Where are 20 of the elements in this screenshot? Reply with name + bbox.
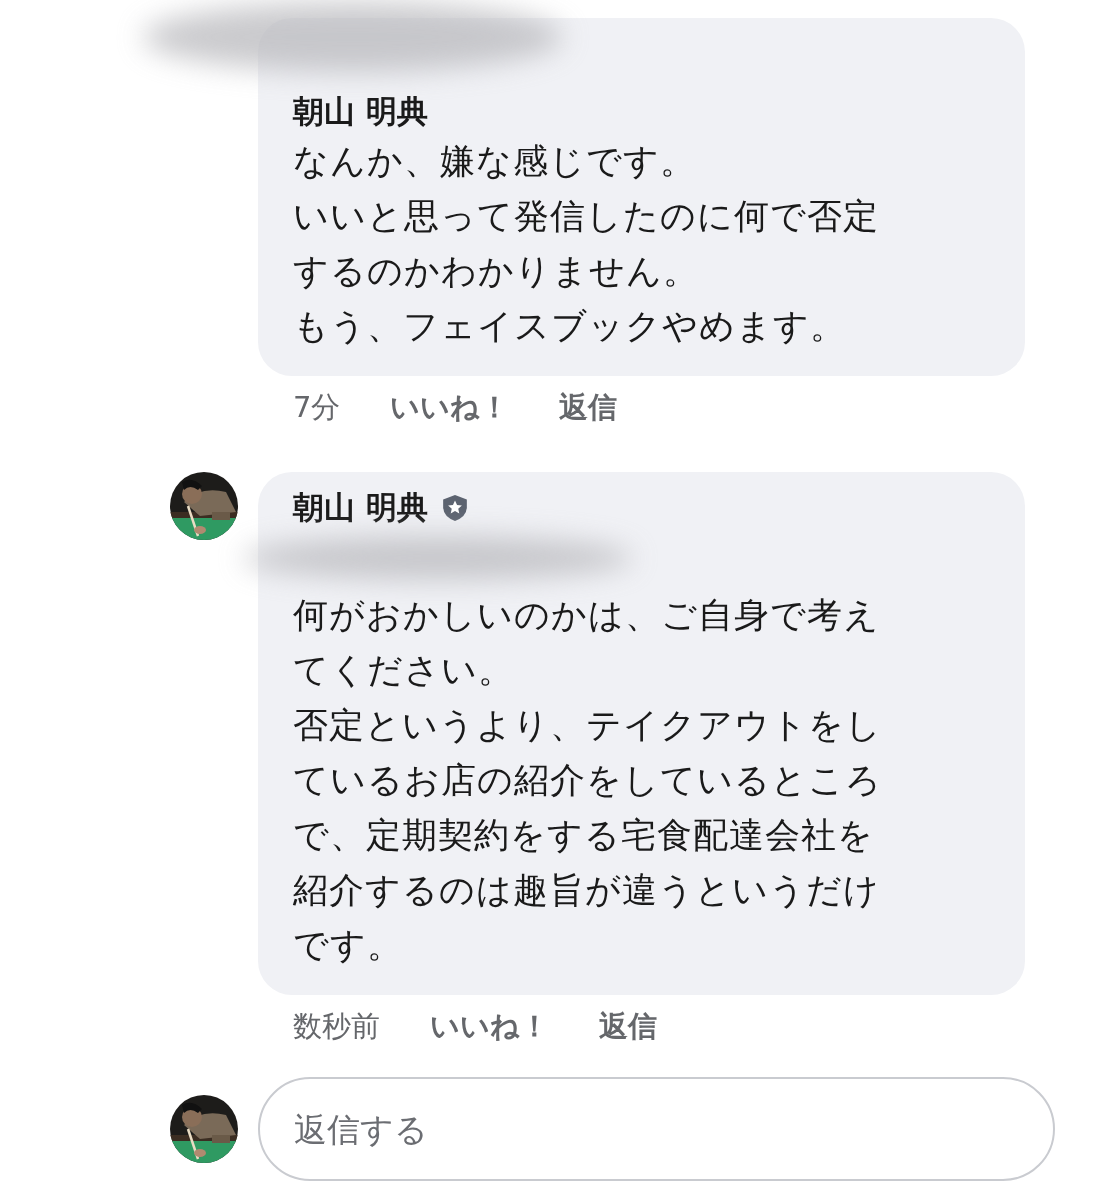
comment-text: です。 — [293, 924, 404, 967]
comment-text: 何がおかしいのかは、ご自身で考え — [293, 594, 881, 637]
author-name[interactable]: 朝山 明典 — [293, 91, 428, 133]
comment-text: なんか、嫌な感じです。 — [293, 140, 697, 183]
author-name[interactable]: 朝山 明典 — [293, 487, 428, 529]
comment-text: てください。 — [293, 649, 515, 692]
comment-text: で、定期契約をする宅食配達会社を — [293, 814, 875, 857]
timestamp: 数秒前 — [293, 1008, 380, 1045]
comment-text: いいと思って発信したのに何で否定 — [293, 195, 880, 238]
reply-link[interactable]: 返信 — [559, 388, 618, 428]
reply-field[interactable]: 返信する — [258, 1077, 1055, 1181]
reply-link[interactable]: 返信 — [599, 1007, 657, 1047]
comment-text: ているお店の紹介をしているところ — [293, 759, 883, 802]
comment-text: するのかわかりません。 — [293, 250, 700, 293]
comment-text: 紹介するのは趣旨が違うというだけ — [293, 869, 881, 912]
comment-text: もう、フェイスブックやめます。 — [293, 305, 847, 348]
comment-text: 否定というより、テイクアウトをし — [293, 704, 883, 747]
like-link[interactable]: いいね！ — [390, 388, 510, 428]
like-link[interactable]: いいね！ — [430, 1007, 549, 1047]
timestamp: 7分 — [293, 389, 341, 426]
